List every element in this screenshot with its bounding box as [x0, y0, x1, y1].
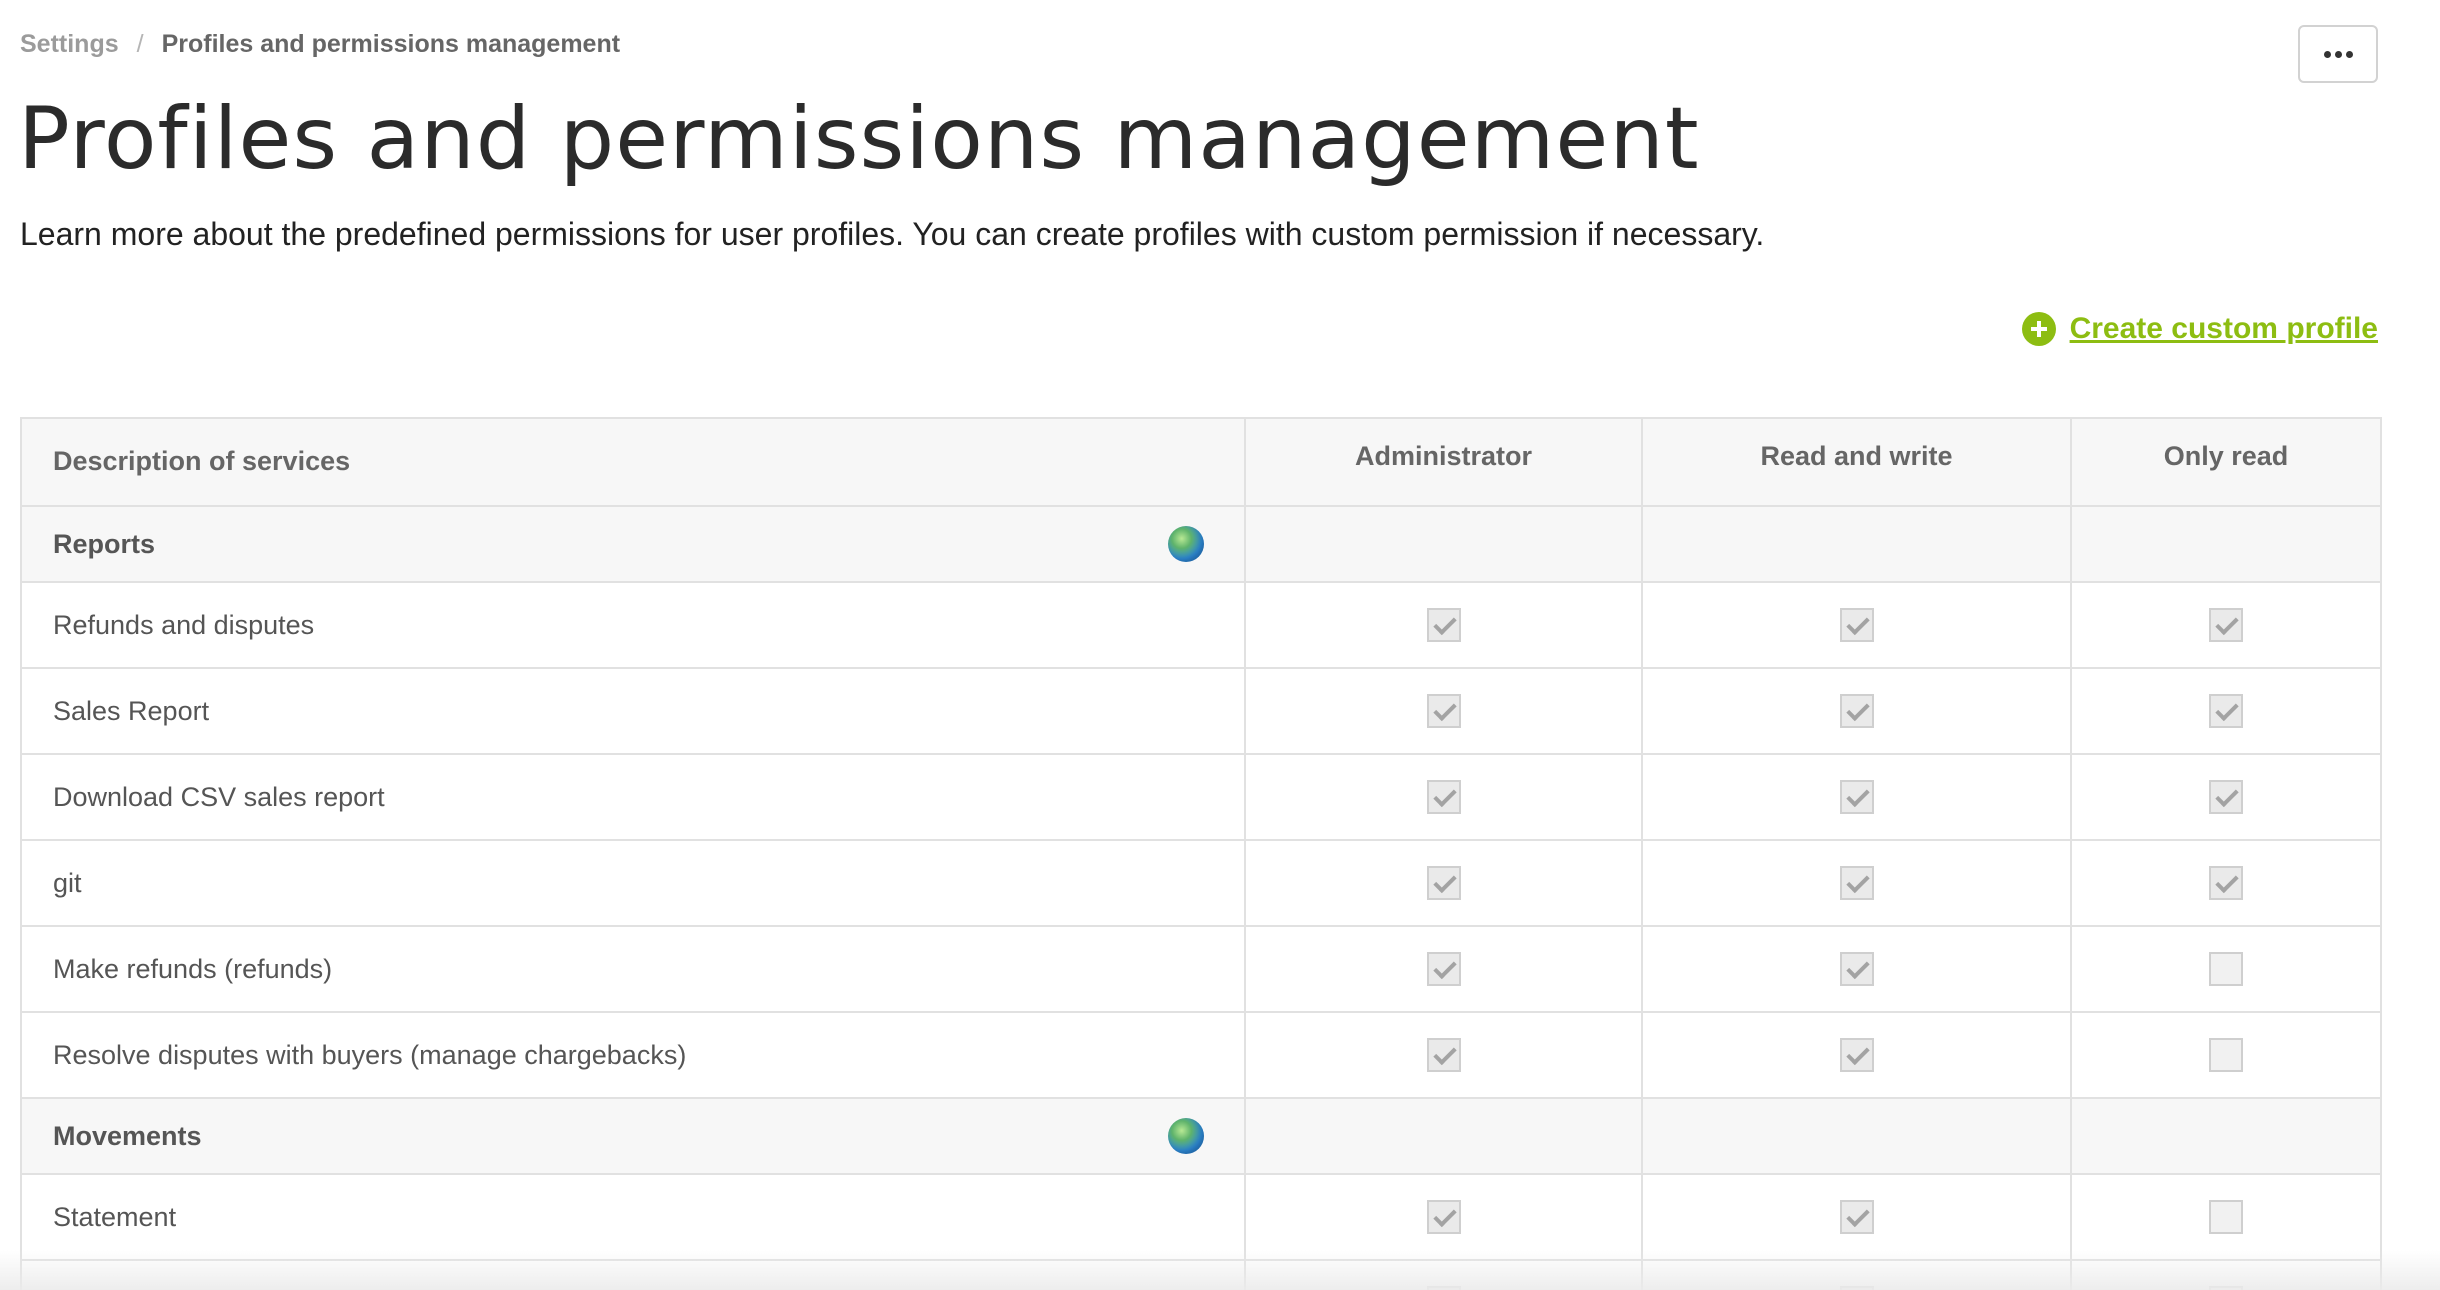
- permission-cell-only-read: [2070, 753, 2382, 841]
- checkbox-checked[interactable]: [2209, 694, 2243, 729]
- permission-cell-only-read: [2070, 1173, 2382, 1261]
- permission-cell-read-write: [1641, 1173, 2072, 1261]
- checkbox-checked[interactable]: [1839, 1286, 1874, 1290]
- table-row: Resolve disputes with buyers (manage cha…: [20, 1011, 2382, 1099]
- table-row: Download CSV sales report: [20, 753, 2382, 841]
- permission-name: Download CSV report: [20, 1259, 1246, 1290]
- permissions-table: Description of services Administrator Re…: [20, 417, 2382, 1290]
- checkbox-checked[interactable]: [1426, 780, 1461, 815]
- table-row: Sales Report: [20, 667, 2382, 755]
- permission-cell-only-read: [2070, 1011, 2382, 1099]
- permission-cell-administrator: [1244, 667, 1643, 755]
- checkbox-checked[interactable]: [1426, 1038, 1461, 1073]
- checkbox-unchecked[interactable]: [2209, 1200, 2243, 1235]
- permission-name: Resolve disputes with buyers (manage cha…: [20, 1011, 1246, 1099]
- checkbox-checked[interactable]: [1839, 1200, 1874, 1235]
- checkbox-checked[interactable]: [1839, 866, 1874, 901]
- checkbox-checked[interactable]: [1426, 1286, 1461, 1290]
- table-row: git: [20, 839, 2382, 927]
- page-subtitle: Learn more about the predefined permissi…: [20, 216, 1765, 252]
- permission-cell-administrator: [1244, 581, 1643, 669]
- create-custom-profile-link[interactable]: Create custom profile: [2021, 312, 2378, 346]
- column-header-read-write: Read and write: [1641, 417, 2072, 507]
- permissions-table-body: Reports Refunds and disputes Sales Report D…: [20, 505, 2382, 1290]
- permission-cell-read-write: [1641, 667, 2072, 755]
- create-custom-profile-label: Create custom profile: [2069, 312, 2378, 345]
- permission-cell-administrator: [1244, 753, 1643, 841]
- checkbox-unchecked[interactable]: [2209, 1286, 2243, 1290]
- table-row: Make refunds (refunds): [20, 925, 2382, 1013]
- checkbox-unchecked[interactable]: [2209, 1038, 2243, 1073]
- permissions-page: Settings / Profiles and permissions mana…: [0, 0, 2440, 1290]
- permission-cell-read-write: [1641, 1259, 2072, 1290]
- permission-cell-only-read: [2070, 925, 2382, 1013]
- checkbox-checked[interactable]: [1426, 694, 1461, 729]
- checkbox-checked[interactable]: [2209, 608, 2243, 643]
- checkbox-unchecked[interactable]: [2209, 952, 2243, 987]
- permission-cell-administrator: [1244, 1173, 1643, 1261]
- checkbox-checked[interactable]: [1839, 608, 1874, 643]
- section-header: Reports: [20, 505, 1246, 583]
- breadcrumb: Settings / Profiles and permissions mana…: [20, 30, 620, 59]
- section-empty-cell: [1641, 1097, 2072, 1175]
- checkbox-checked[interactable]: [1839, 1038, 1874, 1073]
- plus-circle-icon: [2021, 312, 2056, 346]
- globe-icon: [1168, 1118, 1204, 1154]
- checkbox-checked[interactable]: [1426, 952, 1461, 987]
- table-row: Refunds and disputes: [20, 581, 2382, 669]
- section-empty-cell: [1641, 505, 2072, 583]
- permission-cell-read-write: [1641, 1011, 2072, 1099]
- permission-cell-administrator: [1244, 1011, 1643, 1099]
- permission-cell-administrator: [1244, 925, 1643, 1013]
- ellipsis-icon: [2323, 50, 2353, 58]
- table-row: Download CSV report: [20, 1259, 2382, 1290]
- permission-cell-read-write: [1641, 839, 2072, 927]
- checkbox-checked[interactable]: [1839, 694, 1874, 729]
- checkbox-checked[interactable]: [1839, 780, 1874, 815]
- permission-cell-only-read: [2070, 1259, 2382, 1290]
- permission-name: Make refunds (refunds): [20, 925, 1246, 1013]
- checkbox-checked[interactable]: [2209, 866, 2243, 901]
- breadcrumb-current: Profiles and permissions management: [161, 30, 621, 58]
- section-row: Reports: [20, 505, 2382, 583]
- permission-cell-only-read: [2070, 839, 2382, 927]
- section-empty-cell: [1244, 505, 1643, 583]
- permission-name: Sales Report: [20, 667, 1246, 755]
- section-empty-cell: [1244, 1097, 1643, 1175]
- permission-cell-administrator: [1244, 1259, 1643, 1290]
- page-title: Profiles and permissions management: [18, 89, 1700, 189]
- permission-name: Download CSV sales report: [20, 753, 1246, 841]
- permission-cell-only-read: [2070, 667, 2382, 755]
- checkbox-checked[interactable]: [1426, 608, 1461, 643]
- permission-name: Statement: [20, 1173, 1246, 1261]
- checkbox-checked[interactable]: [1839, 952, 1874, 987]
- breadcrumb-settings-link[interactable]: Settings: [20, 30, 119, 59]
- section-header: Movements: [20, 1097, 1246, 1175]
- breadcrumb-separator: /: [136, 30, 144, 58]
- column-header-only-read: Only read: [2070, 417, 2382, 507]
- checkbox-checked[interactable]: [1426, 1200, 1461, 1235]
- permission-name: Refunds and disputes: [20, 581, 1246, 669]
- section-row: Movements: [20, 1097, 2382, 1175]
- section-title: Movements: [53, 1120, 202, 1151]
- table-row: Statement: [20, 1173, 2382, 1261]
- table-header-row: Description of services Administrator Re…: [20, 417, 2382, 507]
- globe-icon: [1168, 526, 1204, 562]
- section-empty-cell: [2070, 1097, 2382, 1175]
- checkbox-checked[interactable]: [2209, 780, 2243, 815]
- permission-cell-read-write: [1641, 925, 2072, 1013]
- permission-cell-read-write: [1641, 581, 2072, 669]
- more-options-button[interactable]: [2298, 25, 2378, 83]
- section-title: Reports: [53, 528, 156, 559]
- section-empty-cell: [2070, 505, 2382, 583]
- permission-cell-administrator: [1244, 839, 1643, 927]
- permission-cell-read-write: [1641, 753, 2072, 841]
- checkbox-checked[interactable]: [1426, 866, 1461, 901]
- permission-name: git: [20, 839, 1246, 927]
- permission-cell-only-read: [2070, 581, 2382, 669]
- column-header-description: Description of services: [20, 417, 1246, 507]
- column-header-administrator: Administrator: [1244, 417, 1643, 507]
